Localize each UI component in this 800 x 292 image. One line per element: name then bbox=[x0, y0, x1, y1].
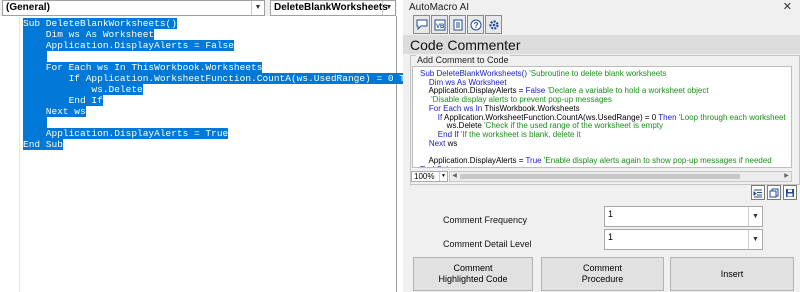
code-gutter bbox=[0, 17, 20, 292]
code-comment: 'Loop through each worksheet bbox=[678, 112, 786, 122]
button-label: Insert bbox=[720, 268, 744, 279]
code-keyword: Next bbox=[420, 138, 448, 148]
commented-code-line[interactable]: 'Disable display alerts to prevent pop-u… bbox=[420, 95, 612, 104]
comment-detail-label: Comment Detail Level bbox=[443, 239, 532, 249]
help-icon[interactable]: ? bbox=[467, 15, 484, 34]
insert-button[interactable]: Insert bbox=[670, 257, 794, 291]
chevron-down-icon[interactable]: ▼ bbox=[439, 172, 447, 181]
object-combo[interactable]: (General) ▼ bbox=[2, 0, 265, 16]
panel-toolbar: VB ? bbox=[413, 15, 502, 35]
code-text: Application.DisplayAlerts = bbox=[420, 86, 526, 96]
comment-detail-select[interactable]: 1 ▼ bbox=[604, 229, 763, 250]
scroll-thumb[interactable] bbox=[460, 174, 740, 179]
comment-frequency-label: Comment Frequency bbox=[443, 215, 528, 225]
code-keyword: Sub DeleteBlankWorksheets() bbox=[420, 69, 530, 78]
close-icon[interactable]: ✕ bbox=[783, 0, 792, 13]
chevron-down-icon[interactable]: ▼ bbox=[251, 1, 264, 15]
button-label-line: Comment bbox=[453, 263, 493, 273]
code-line[interactable]: End If bbox=[23, 95, 103, 106]
code-comment: 'Subroutine to delete blank worksheets bbox=[529, 69, 667, 78]
file-list-icon[interactable] bbox=[449, 15, 466, 34]
page-title: Code Commenter bbox=[410, 37, 521, 53]
commented-code-line[interactable]: End Sub bbox=[420, 165, 451, 167]
comment-frequency-value: 1 bbox=[608, 209, 614, 219]
code-text: Application.DisplayAlerts = bbox=[420, 156, 526, 165]
code-keyword: End If bbox=[420, 129, 461, 139]
code-line[interactable]: Application.DisplayAlerts = True bbox=[23, 128, 229, 139]
procedure-combo-value: DeleteBlankWorksheets bbox=[274, 2, 388, 13]
comment-detail-value: 1 bbox=[608, 232, 614, 242]
code-line[interactable]: For Each ws In ThisWorkbook.Worksheets bbox=[23, 62, 263, 73]
comment-frequency-select[interactable]: 1 ▼ bbox=[604, 206, 763, 227]
zoom-combo[interactable]: 100% ▼ bbox=[411, 171, 448, 182]
commented-code-editor[interactable]: Sub DeleteBlankWorksheets() 'Subroutine … bbox=[412, 66, 792, 168]
screen: (General) ▼ DeleteBlankWorksheets ▼ Sub … bbox=[0, 0, 800, 292]
code-keyword: Dim ws As Worksheet bbox=[420, 77, 507, 87]
vba-combo-bar: (General) ▼ DeleteBlankWorksheets ▼ bbox=[0, 0, 397, 16]
code-line[interactable]: Sub DeleteBlankWorksheets() bbox=[23, 18, 177, 29]
commented-code-line[interactable]: ws.Delete 'Check if the used range of th… bbox=[420, 121, 663, 130]
svg-text:?: ? bbox=[473, 21, 478, 30]
commented-code-line[interactable]: Next ws bbox=[420, 139, 457, 148]
button-label-line: Procedure bbox=[581, 274, 624, 284]
commented-code-line[interactable]: Application.DisplayAlerts = False 'Decla… bbox=[420, 86, 709, 96]
code-text: ws bbox=[447, 138, 458, 148]
code-line-blank[interactable] bbox=[23, 117, 47, 128]
code-line-blank[interactable] bbox=[23, 51, 47, 62]
code-text: Application.WorksheetFunction.CountA(ws.… bbox=[444, 112, 659, 122]
object-combo-value: (General) bbox=[6, 2, 50, 13]
code-keyword: End Sub bbox=[420, 165, 451, 167]
horizontal-scrollbar[interactable]: ◀ ▶ bbox=[449, 171, 792, 182]
commented-code-line[interactable]: End If 'If the worksheet is blank, delet… bbox=[420, 130, 581, 139]
code-keyword: True bbox=[525, 156, 544, 165]
code-keyword: For Each ws In bbox=[420, 103, 485, 113]
procedure-combo[interactable]: DeleteBlankWorksheets ▼ bbox=[270, 0, 396, 16]
code-keyword: If bbox=[420, 112, 445, 122]
code-comment: 'Disable display alerts to prevent pop-u… bbox=[420, 95, 612, 105]
code-text: ThisWorkbook.Worksheets bbox=[484, 103, 580, 113]
commented-code-line[interactable]: Application.DisplayAlerts = True 'Enable… bbox=[420, 156, 772, 165]
code-line[interactable]: Dim ws As Worksheet bbox=[23, 29, 155, 40]
code-keyword: False bbox=[525, 86, 548, 96]
settings-icon[interactable] bbox=[485, 15, 502, 34]
comment-icon[interactable] bbox=[413, 15, 430, 34]
commented-code-line[interactable]: Dim ws As Worksheet bbox=[420, 78, 507, 87]
chevron-down-icon[interactable]: ▼ bbox=[748, 207, 762, 226]
button-label-line: Comment bbox=[582, 263, 622, 273]
vba-code-area[interactable]: Sub DeleteBlankWorksheets() Dim ws As Wo… bbox=[0, 17, 423, 292]
commented-code-line[interactable]: If Application.WorksheetFunction.CountA(… bbox=[420, 113, 786, 122]
group-label: Add Comment to Code bbox=[416, 55, 510, 65]
code-keyword: Then bbox=[658, 112, 679, 122]
code-text: ws.Delete bbox=[420, 121, 485, 131]
comment-highlighted-code-button[interactable]: Comment Highlighted Code bbox=[413, 257, 533, 291]
code-line[interactable]: If Application.WorksheetFunction.CountA(… bbox=[23, 73, 423, 84]
code-line[interactable]: End Sub bbox=[23, 139, 63, 150]
vba-code-window: (General) ▼ DeleteBlankWorksheets ▼ Sub … bbox=[0, 0, 423, 292]
vba-code-icon[interactable]: VB bbox=[431, 15, 448, 34]
code-line[interactable]: ws.Delete bbox=[23, 84, 143, 95]
zoom-value: 100% bbox=[414, 172, 435, 181]
code-line[interactable]: Application.DisplayAlerts = False bbox=[23, 40, 234, 51]
chevron-down-icon[interactable]: ▼ bbox=[382, 1, 395, 15]
chevron-down-icon[interactable]: ▼ bbox=[748, 230, 762, 249]
code-comment: 'Declare a variable to hold a worksheet … bbox=[547, 86, 709, 96]
commented-code-line[interactable]: For Each ws In ThisWorkbook.Worksheets bbox=[420, 104, 580, 113]
commented-code-line[interactable]: Sub DeleteBlankWorksheets() 'Subroutine … bbox=[420, 69, 666, 78]
code-line[interactable]: Next ws bbox=[23, 106, 86, 117]
comment-procedure-button[interactable]: Comment Procedure bbox=[541, 257, 664, 291]
scroll-left-icon[interactable]: ◀ bbox=[450, 172, 459, 181]
copy-icon[interactable] bbox=[767, 185, 781, 200]
save-icon[interactable] bbox=[783, 185, 797, 200]
code-comment: 'If the worksheet is blank, delete it bbox=[460, 129, 581, 139]
svg-text:VB: VB bbox=[436, 24, 445, 30]
panel-title: AutoMacro AI bbox=[409, 2, 470, 13]
code-comment: 'Enable display alerts again to show pop… bbox=[543, 156, 772, 165]
scroll-right-icon[interactable]: ▶ bbox=[782, 172, 791, 181]
code-comment: 'Check if the used range of the workshee… bbox=[484, 121, 663, 131]
button-label-line: Highlighted Code bbox=[438, 274, 508, 284]
indent-icon[interactable] bbox=[751, 185, 765, 200]
